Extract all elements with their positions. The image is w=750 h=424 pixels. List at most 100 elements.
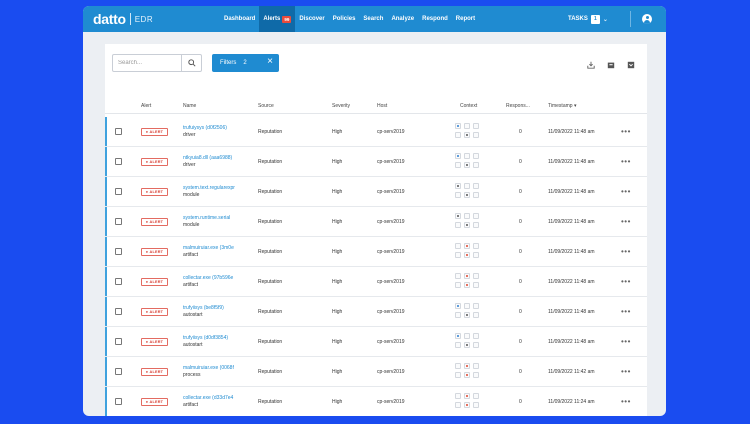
header-host[interactable]: Host [377,103,387,109]
user-avatar-icon[interactable] [642,14,652,24]
table-row[interactable]: ● ALERT system.runtime.serial module Rep… [105,207,647,237]
nav-label: Alerts [263,16,281,22]
row-accent [105,357,107,386]
context-grid[interactable] [455,213,481,230]
context-grid[interactable] [455,273,481,290]
archive-button[interactable] [607,61,615,69]
nav-alerts[interactable]: Alerts 99 [259,6,296,32]
host-cell: cp-serv2019 [377,189,405,195]
row-checkbox[interactable] [115,188,122,195]
alert-name-link[interactable]: trufuiysys (d0f2506) [183,125,227,132]
alert-badge: ● ALERT [141,248,168,256]
table-row[interactable]: ● ALERT system.text.regularexpr module R… [105,177,647,207]
more-options-icon[interactable]: ••• [621,157,631,166]
more-options-icon[interactable]: ••• [621,217,631,226]
responses-cell: 0 [519,129,522,135]
context-grid[interactable] [455,243,481,260]
context-grid[interactable] [455,183,481,200]
nav-respond[interactable]: Respond [418,6,452,32]
context-grid[interactable] [455,303,481,320]
nav-search[interactable]: Search [359,6,387,32]
alert-name-link[interactable]: trufyiisys (be8f5f9) [183,305,224,312]
alert-name-link[interactable]: collectar.exe (d33d7e4 [183,395,233,402]
alert-name-link[interactable]: system.text.regularexpr [183,185,235,192]
nav-report[interactable]: Report [452,6,479,32]
row-checkbox[interactable] [115,248,122,255]
avatar-body [644,20,650,24]
header-source[interactable]: Source [258,103,274,109]
more-options-icon[interactable]: ••• [621,307,631,316]
alert-name-link[interactable]: trufyiisys (d0df3854) [183,335,228,342]
responses-cell: 0 [519,219,522,225]
table-row[interactable]: ● ALERT ntkyuia8.dll (aaa6988) driver Re… [105,147,647,177]
context-cell [473,402,479,408]
more-options-icon[interactable]: ••• [621,187,631,196]
alert-badge-label: ALERT [149,250,164,254]
nav-discover[interactable]: Discover [295,6,328,32]
top-nav-bar: datto EDR Dashboard Alerts 99 Discover P… [83,6,666,32]
alert-type: artifact [183,282,199,288]
row-checkbox[interactable] [115,338,122,345]
table-row[interactable]: ● ALERT trufyiisys (d0df3854) autostart … [105,327,647,357]
alert-name-link[interactable]: system.runtime.serial [183,215,230,222]
search-input[interactable] [113,55,181,71]
nav-analyze[interactable]: Analyze [387,6,418,32]
context-cell [455,132,461,138]
row-checkbox[interactable] [115,128,122,135]
responses-cell: 0 [519,369,522,375]
row-checkbox[interactable] [115,368,122,375]
row-checkbox[interactable] [115,308,122,315]
nav-label: Report [455,16,476,22]
context-cell [473,123,479,129]
alert-name-link[interactable]: collectar.exe (97b596e [183,275,233,282]
table-row[interactable]: ● ALERT collectar.exe (97b596e artifact … [105,267,647,297]
header-name[interactable]: Name [183,103,196,109]
table-row[interactable]: ● ALERT trufuiysys (d0f2506) driver Repu… [105,117,647,147]
row-checkbox[interactable] [115,158,122,165]
header-timestamp-label: Timestamp [548,103,573,109]
alert-badge: ● ALERT [141,158,168,166]
context-grid[interactable] [455,363,481,380]
alert-name-link[interactable]: malmuiruiar.exe (3m0e [183,245,234,252]
header-context[interactable]: Context [460,103,477,109]
filters-button[interactable]: Filters 2 × [212,54,279,72]
more-options-icon[interactable]: ••• [621,247,631,256]
context-grid[interactable] [455,123,481,140]
table-row[interactable]: ● ALERT malmuiruiar.exe (3m0e artifact R… [105,237,647,267]
datto-logo[interactable]: datto EDR [93,11,153,27]
timestamp-cell: 11/09/2022 11:48 am [548,219,595,225]
nav-dashboard[interactable]: Dashboard [220,6,259,32]
context-cell [473,312,479,318]
context-grid[interactable] [455,393,481,410]
nav-policies[interactable]: Policies [329,6,360,32]
more-options-icon[interactable]: ••• [621,277,631,286]
more-options-icon[interactable]: ••• [621,337,631,346]
row-checkbox[interactable] [115,278,122,285]
dismiss-button[interactable] [627,61,635,69]
context-cell [473,303,479,309]
more-options-icon[interactable]: ••• [621,367,631,376]
row-checkbox[interactable] [115,398,122,405]
row-checkbox[interactable] [115,218,122,225]
source-cell: Reputation [258,129,283,135]
more-options-icon[interactable]: ••• [621,397,631,406]
table-row[interactable]: ● ALERT trufyiisys (be8f5f9) autostart R… [105,297,647,327]
context-grid[interactable] [455,153,481,170]
filters-count: 2 [243,60,247,66]
alert-name-link[interactable]: malmuiruiar.exe (0068f [183,365,234,372]
table-row[interactable]: ● ALERT malmuiruiar.exe (0068f process R… [105,357,647,387]
table-row[interactable]: ● ALERT collectar.exe (d33d7e4 artifact … [105,387,647,416]
more-options-icon[interactable]: ••• [621,127,631,136]
severity-cell: High [332,339,343,345]
header-alert[interactable]: Alert [141,103,151,109]
header-severity[interactable]: Severity [332,103,350,109]
close-icon[interactable]: × [267,57,273,67]
context-grid[interactable] [455,333,481,350]
alert-name-link[interactable]: ntkyuia8.dll (aaa6988) [183,155,232,162]
header-responses[interactable]: Respons... [506,103,530,109]
search-button[interactable] [181,55,201,71]
tasks-menu[interactable]: TASKS 1 ⌄ [568,6,608,32]
export-button[interactable] [587,61,595,69]
alert-type: driver [183,162,196,168]
header-timestamp[interactable]: Timestamp ▾ [548,103,576,109]
